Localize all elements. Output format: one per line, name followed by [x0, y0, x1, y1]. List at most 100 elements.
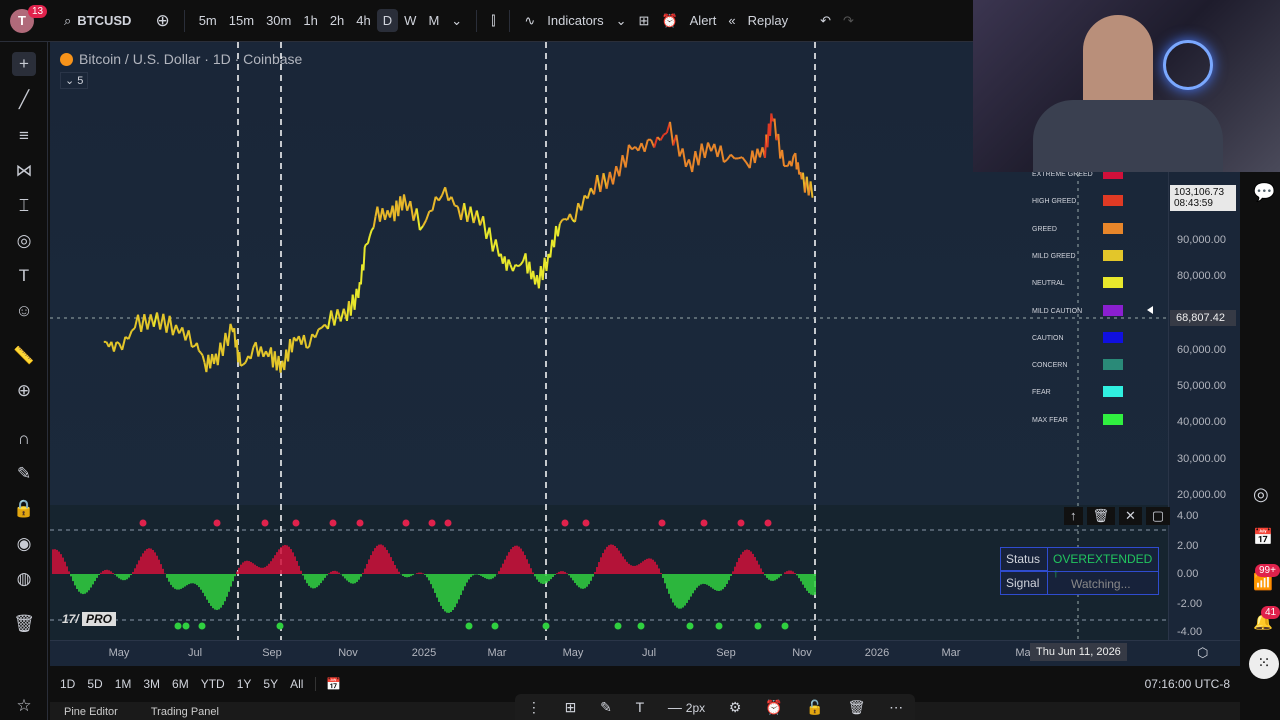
- oscillator-bar: [302, 574, 304, 576]
- oscillator-bar: [664, 574, 666, 584]
- apps-grid-icon[interactable]: ⁙: [1249, 649, 1279, 679]
- oversold-dot: [715, 622, 723, 630]
- overbought-dot: [139, 519, 147, 527]
- price-line-segment: [618, 154, 624, 177]
- lock-icon[interactable]: 🔓: [806, 699, 823, 716]
- oscillator-bar: [614, 546, 616, 574]
- chat-icon[interactable]: 💬: [1253, 182, 1275, 203]
- oscillator-bar: [772, 574, 774, 581]
- oscillator-bar: [814, 574, 816, 595]
- settings-icon[interactable]: ⚙: [729, 699, 742, 716]
- oscillator-bar: [130, 574, 132, 576]
- range-1y[interactable]: 1Y: [237, 677, 252, 691]
- oscillator-bar: [558, 571, 560, 574]
- legend-swatch: [1103, 222, 1123, 234]
- feed-badge: 99+: [1255, 564, 1280, 577]
- price-line-segment: [422, 219, 428, 227]
- oscillator-bar: [462, 574, 464, 591]
- oscillator-bar: [310, 574, 312, 588]
- text-icon[interactable]: T: [636, 699, 645, 715]
- range-6m[interactable]: 6M: [172, 677, 189, 691]
- legend-swatch: [1103, 331, 1123, 343]
- overbought-dot: [561, 519, 569, 527]
- oscillator-bar: [416, 573, 418, 574]
- maximize-icon[interactable]: ▢: [1145, 507, 1171, 525]
- oscillator-bar: [692, 574, 694, 594]
- template-icon[interactable]: ⊞: [565, 699, 577, 716]
- oscillator-bar: [670, 574, 672, 599]
- price-line-segment: [450, 196, 456, 206]
- oscillator-bar: [602, 553, 604, 574]
- oscillator-bar: [674, 574, 676, 606]
- oscillator-bar: [60, 554, 62, 574]
- oscillator-bar: [172, 574, 174, 588]
- oscillator-bar: [350, 574, 352, 584]
- collapse-icon[interactable]: ✕: [1119, 507, 1142, 525]
- oscillator-bar: [114, 574, 116, 575]
- trash-icon[interactable]: 🗑: [848, 699, 866, 716]
- clock-time[interactable]: 07:16:00 UTC-8: [1145, 677, 1230, 691]
- range-1m[interactable]: 1M: [115, 677, 132, 691]
- range-5d[interactable]: 5D: [87, 677, 102, 691]
- oscillator-bar: [796, 574, 798, 576]
- xrp-logo-icon: [1163, 40, 1213, 90]
- oscillator-bar: [672, 574, 674, 603]
- oscillator-bar: [594, 571, 596, 574]
- pine-editor-tab[interactable]: Pine Editor: [64, 706, 118, 718]
- oscillator-bar: [344, 574, 346, 579]
- oscillator-bar: [778, 574, 780, 578]
- drag-handle-icon[interactable]: ⋮: [527, 699, 541, 716]
- oscillator-bar: [268, 563, 270, 574]
- oscillator-bar: [182, 574, 184, 588]
- range-3m[interactable]: 3M: [143, 677, 160, 691]
- time-axis[interactable]: May Jul Sep Nov 2025 Mar May Jul Sep Nov…: [50, 640, 1240, 666]
- more-icon[interactable]: ⋯: [889, 699, 903, 716]
- oscillator-bar: [342, 574, 344, 577]
- oscillator-bar: [186, 574, 188, 586]
- line-width-icon[interactable]: — 2px: [668, 699, 705, 715]
- price-line-segment: [809, 181, 814, 198]
- range-1d[interactable]: 1D: [60, 677, 75, 691]
- oscillator-bar: [632, 565, 634, 574]
- target-icon[interactable]: ◎: [1253, 484, 1269, 505]
- oscillator-bar: [770, 574, 772, 581]
- oscillator-bar: [348, 574, 350, 583]
- goto-date-icon[interactable]: 📅: [315, 677, 341, 691]
- oscillator-bar: [332, 570, 334, 574]
- oscillator-bar: [548, 574, 550, 582]
- trading-panel-tab[interactable]: Trading Panel: [151, 706, 219, 718]
- oscillator-bar: [62, 557, 64, 574]
- oscillator-bar: [346, 574, 348, 581]
- oscillator-bar: [536, 574, 538, 580]
- oscillator-bar: [424, 574, 426, 575]
- range-ytd[interactable]: YTD: [201, 677, 225, 691]
- oscillator-bar: [444, 574, 446, 612]
- oscillator-bar: [174, 574, 176, 589]
- alert-icon[interactable]: ⏰: [765, 699, 782, 716]
- oscillator-bar: [432, 574, 434, 589]
- oscillator-bar: [128, 574, 130, 578]
- oscillator-bar: [202, 574, 204, 593]
- calendar-icon[interactable]: 📅: [1253, 527, 1273, 547]
- oscillator-bar: [410, 574, 412, 577]
- oscillator-bar: [242, 562, 244, 574]
- oscillator-bar: [224, 574, 226, 602]
- range-all[interactable]: All: [290, 677, 303, 691]
- oscillator-bar: [100, 572, 102, 574]
- oscillator-bar: [626, 561, 628, 574]
- settings-icon[interactable]: ⬡: [1197, 645, 1208, 661]
- oscillator-bar: [784, 572, 786, 574]
- price-line-segment: [697, 143, 703, 166]
- pencil-icon[interactable]: ✎: [600, 699, 612, 716]
- price-line-segment: [653, 136, 659, 148]
- oscillator-bar: [192, 574, 194, 584]
- range-5y[interactable]: 5Y: [263, 677, 278, 691]
- move-up-icon[interactable]: ↑: [1064, 507, 1083, 525]
- oversold-dot: [491, 622, 499, 630]
- price-line-segment: [669, 121, 675, 146]
- oscillator-bar: [154, 552, 156, 574]
- oscillator-bar: [140, 556, 142, 574]
- price-line-segment: [599, 172, 605, 193]
- oscillator-bar: [402, 574, 404, 576]
- trash-icon[interactable]: 🗑: [1086, 507, 1116, 525]
